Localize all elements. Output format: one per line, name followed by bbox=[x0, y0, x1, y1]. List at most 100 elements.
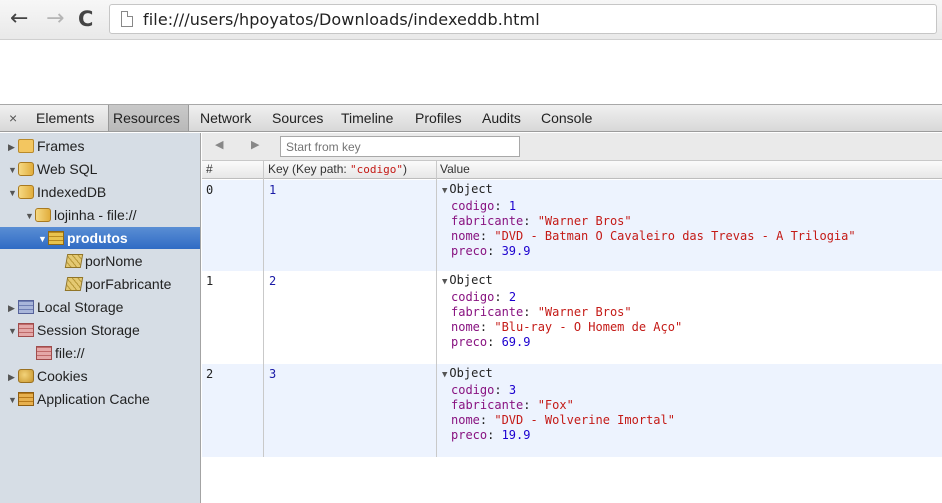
column-divider[interactable] bbox=[436, 161, 437, 457]
table-row[interactable]: 0 1 ▼ Object codigo: 1 fabricante: "Warne… bbox=[202, 180, 942, 271]
property-name: nome bbox=[451, 320, 480, 334]
collapse-arrow-icon[interactable]: ▼ bbox=[8, 389, 18, 411]
tab-elements[interactable]: Elements bbox=[32, 105, 98, 131]
expand-arrow-icon[interactable]: ▶ bbox=[8, 297, 18, 319]
property-name: nome bbox=[451, 413, 480, 427]
property-name: codigo bbox=[451, 383, 495, 397]
property-fabricante: fabricante: "Warner Bros" bbox=[451, 305, 632, 319]
collapse-arrow-icon[interactable]: ▼ bbox=[38, 228, 48, 250]
back-arrow-icon[interactable]: ← bbox=[10, 6, 28, 32]
property-fabricante: fabricante: "Fox" bbox=[451, 398, 574, 412]
property-preco: preco: 69.9 bbox=[451, 335, 531, 349]
property-name: preco bbox=[451, 428, 488, 442]
object-header[interactable]: ▼ Object bbox=[442, 273, 682, 290]
table-row[interactable]: 1 2 ▼ Object codigo: 2 fabricante: "Warne… bbox=[202, 271, 942, 364]
sidebar-item-indexeddb[interactable]: ▼ IndexedDB bbox=[8, 181, 106, 203]
tab-profiles[interactable]: Profiles bbox=[411, 105, 466, 131]
property-nome: nome: "DVD - Batman O Cavaleiro das Trev… bbox=[451, 229, 856, 243]
collapse-arrow-icon[interactable]: ▼ bbox=[8, 320, 18, 342]
column-divider[interactable] bbox=[263, 161, 264, 457]
row-key: 2 bbox=[269, 274, 277, 288]
collapse-arrow-icon[interactable]: ▼ bbox=[442, 370, 447, 380]
key-header-suffix: ) bbox=[403, 162, 408, 176]
next-page-icon[interactable]: ▶ bbox=[251, 138, 259, 151]
sidebar-item-produtos[interactable]: ▼ produtos bbox=[0, 227, 200, 249]
property-name: fabricante bbox=[451, 305, 524, 319]
sidebar-item-label: produtos bbox=[67, 230, 128, 246]
forward-arrow-icon[interactable]: → bbox=[46, 6, 64, 32]
devtools-tab-bar: × Elements Resources Network Sources Tim… bbox=[0, 104, 942, 132]
session-storage-icon bbox=[18, 323, 34, 338]
sidebar-item-label: porNome bbox=[85, 253, 143, 269]
tab-console[interactable]: Console bbox=[537, 105, 596, 131]
data-toolbar: ◀ ▶ bbox=[202, 133, 942, 161]
index-icon bbox=[64, 254, 84, 269]
tab-resources[interactable]: Resources bbox=[108, 105, 189, 131]
expand-arrow-icon[interactable]: ▶ bbox=[8, 136, 18, 158]
row-number: 2 bbox=[206, 367, 214, 381]
property-value: "Warner Bros" bbox=[537, 305, 632, 319]
sidebar-item-porfabricante[interactable]: porFabricante bbox=[64, 273, 171, 295]
property-name: preco bbox=[451, 335, 488, 349]
property-value: "DVD - Batman O Cavaleiro das Trevas - A… bbox=[494, 229, 856, 243]
property-codigo: codigo: 3 bbox=[451, 383, 517, 397]
resources-sidebar: ▶ Frames ▼ Web SQL ▼ IndexedDB ▼ lojinha - f… bbox=[0, 133, 201, 503]
start-from-key-input[interactable] bbox=[280, 136, 520, 157]
cookie-icon bbox=[18, 369, 34, 384]
property-value: 3 bbox=[508, 383, 517, 397]
property-nome: nome: "Blu-ray - O Homem de Aço" bbox=[451, 320, 683, 334]
row-number: 1 bbox=[206, 274, 214, 288]
sidebar-item-label: file:// bbox=[55, 345, 85, 361]
sidebar-item-session-storage[interactable]: ▼ Session Storage bbox=[8, 319, 140, 341]
object-label: Object bbox=[449, 273, 493, 287]
key-header-prefix: Key (Key path: bbox=[268, 162, 351, 176]
page-icon bbox=[121, 11, 133, 27]
column-header-number[interactable]: # bbox=[206, 162, 213, 176]
collapse-arrow-icon[interactable]: ▼ bbox=[442, 277, 447, 287]
sidebar-item-label: Frames bbox=[37, 138, 85, 154]
sidebar-item-lojinha[interactable]: ▼ lojinha - file:// bbox=[25, 204, 136, 226]
object-header[interactable]: ▼ Object bbox=[442, 182, 856, 199]
property-name: fabricante bbox=[451, 398, 524, 412]
sidebar-item-application-cache[interactable]: ▼ Application Cache bbox=[8, 388, 150, 410]
property-value: "Warner Bros" bbox=[537, 214, 632, 228]
session-storage-icon bbox=[36, 346, 52, 361]
collapse-arrow-icon[interactable]: ▼ bbox=[8, 159, 18, 181]
sidebar-item-frames[interactable]: ▶ Frames bbox=[8, 135, 84, 157]
folder-icon bbox=[18, 139, 34, 154]
collapse-arrow-icon[interactable]: ▼ bbox=[25, 205, 35, 227]
tab-sources[interactable]: Sources bbox=[268, 105, 327, 131]
collapse-arrow-icon[interactable]: ▼ bbox=[8, 182, 18, 204]
app-cache-icon bbox=[18, 392, 34, 407]
object-value: ▼ Object codigo: 1 fabricante: "Warner Br… bbox=[442, 182, 856, 259]
column-header-key[interactable]: Key (Key path: "codigo") bbox=[268, 162, 407, 176]
tab-timeline[interactable]: Timeline bbox=[337, 105, 397, 131]
collapse-arrow-icon[interactable]: ▼ bbox=[442, 186, 447, 196]
property-nome: nome: "DVD - Wolverine Imortal" bbox=[451, 413, 675, 427]
property-value: 1 bbox=[508, 199, 517, 213]
sidebar-item-local-storage[interactable]: ▶ Local Storage bbox=[8, 296, 123, 318]
tab-network[interactable]: Network bbox=[196, 105, 255, 131]
property-preco: preco: 19.9 bbox=[451, 428, 531, 442]
reload-icon[interactable]: C bbox=[78, 6, 93, 32]
sidebar-item-web-sql[interactable]: ▼ Web SQL bbox=[8, 158, 97, 180]
property-value: 39.9 bbox=[501, 244, 531, 258]
expand-arrow-icon[interactable]: ▶ bbox=[8, 366, 18, 388]
sidebar-item-pornome[interactable]: porNome bbox=[64, 250, 143, 272]
key-path: "codigo" bbox=[350, 163, 404, 176]
table-row[interactable]: 2 3 ▼ Object codigo: 3 fabricante: "Fox" … bbox=[202, 364, 942, 457]
close-devtools-icon[interactable]: × bbox=[9, 110, 17, 126]
property-value: "Blu-ray - O Homem de Aço" bbox=[494, 320, 683, 334]
sidebar-item-label: Web SQL bbox=[37, 161, 98, 177]
object-label: Object bbox=[449, 366, 493, 380]
sidebar-item-session-file[interactable]: file:// bbox=[36, 342, 85, 364]
address-bar[interactable]: file:///users/hpoyatos/Downloads/indexed… bbox=[109, 4, 937, 34]
property-name: fabricante bbox=[451, 214, 524, 228]
column-header-value[interactable]: Value bbox=[440, 162, 470, 176]
sidebar-item-cookies[interactable]: ▶ Cookies bbox=[8, 365, 88, 387]
object-header[interactable]: ▼ Object bbox=[442, 366, 675, 383]
database-icon bbox=[35, 208, 51, 223]
previous-page-icon[interactable]: ◀ bbox=[215, 138, 223, 151]
property-value: 19.9 bbox=[501, 428, 531, 442]
tab-audits[interactable]: Audits bbox=[478, 105, 525, 131]
